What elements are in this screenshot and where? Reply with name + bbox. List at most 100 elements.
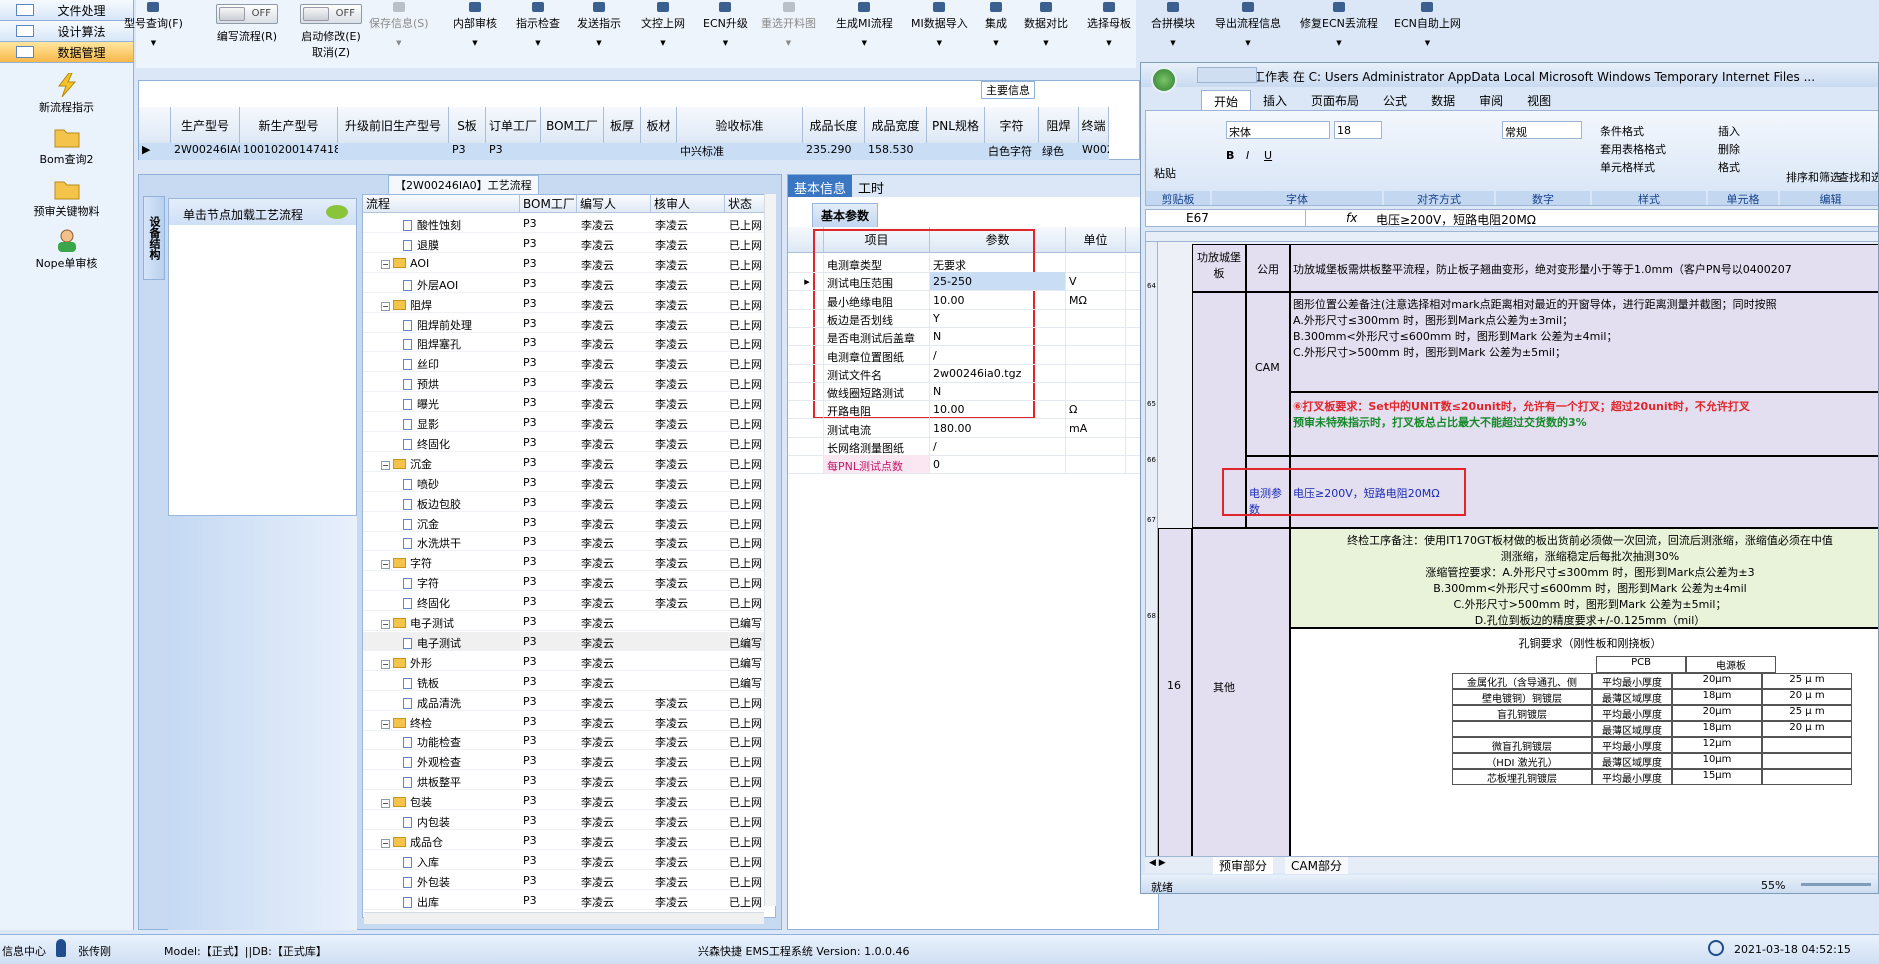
tree-node[interactable]: 曝光 — [403, 396, 439, 412]
expand-icon[interactable]: − — [381, 301, 390, 311]
toolbar-button-11[interactable]: 数据对比 ▼ — [1024, 0, 1068, 47]
row-selector[interactable] — [788, 327, 824, 346]
params-row[interactable]: 做线圈短路测试NY — [788, 382, 1160, 402]
tree-node[interactable]: 显影 — [403, 416, 439, 432]
tree-row[interactable]: 字符 P3 李凌云 李凌云 已上网 — [363, 572, 765, 592]
row-selector[interactable] — [788, 400, 824, 419]
tree-row[interactable]: − 沉金 P3 李凌云 李凌云 已上网 — [363, 453, 765, 472]
nav-tab-design[interactable]: 设计算法 — [0, 21, 133, 42]
main-grid-cell[interactable]: 中兴标准 — [677, 143, 803, 160]
toolbar-button-13[interactable]: 合拼模块 ▼ — [1151, 0, 1195, 47]
delete-button[interactable]: 删除 — [1718, 141, 1740, 157]
office-logo-icon[interactable] — [1151, 67, 1177, 93]
tree-node[interactable]: − AOI — [381, 257, 429, 270]
toolbar-button-16[interactable]: ECN自助上网 ▼ — [1394, 0, 1461, 47]
ribbon-tab[interactable]: 开始 — [1201, 90, 1252, 110]
sheet-nav-icon[interactable]: ◀ ▶ — [1149, 858, 1166, 868]
main-grid-cell[interactable]: 158.530 — [865, 143, 927, 160]
main-grid-cell[interactable] — [641, 143, 677, 160]
tree-node[interactable]: − 外形 — [381, 655, 432, 671]
font-size-select[interactable]: 18 — [1334, 121, 1382, 139]
params-row[interactable]: 测试电流180.00mAY — [788, 418, 1160, 438]
tree-node[interactable]: 预烘 — [403, 376, 439, 392]
ribbon-tab[interactable]: 数据 — [1419, 90, 1467, 110]
main-grid-cell[interactable] — [338, 143, 449, 160]
cell-e64[interactable]: 功放城堡板需烘板整平流程，防止板子翘曲变形，绝对变形量小于等于1.0mm（客户P… — [1290, 244, 1878, 292]
cell-b-other[interactable]: 其他 — [1192, 528, 1290, 856]
tree-node[interactable]: 丝印 — [403, 356, 439, 372]
tree-node[interactable]: 酸性蚀刻 — [403, 217, 461, 233]
toolbar-button-9[interactable]: MI数据导入 ▼ — [911, 0, 968, 47]
tree-row[interactable]: 沉金 P3 李凌云 李凌云 已上网 — [363, 513, 765, 532]
main-grid-cell[interactable]: 白色字符 — [985, 143, 1039, 160]
function-icon[interactable]: fx — [1346, 210, 1357, 225]
tree-row[interactable]: 阻焊前处理 P3 李凌云 李凌云 已上网 — [363, 314, 765, 333]
main-grid-cell[interactable]: 2W00246IA0 — [171, 143, 240, 160]
conditional-format-button[interactable]: 条件格式 — [1600, 123, 1644, 139]
tree-node[interactable]: 水洗烘干 — [403, 535, 461, 551]
toggle-sub-label[interactable]: 取消(Z) — [300, 44, 362, 60]
tree-row[interactable]: 预烘 P3 李凌云 李凌云 已上网 — [363, 373, 765, 393]
toolbar-button-10[interactable]: 集成 ▼ — [985, 0, 1007, 47]
italic-button[interactable]: I — [1246, 149, 1249, 162]
expand-icon[interactable]: − — [381, 799, 390, 809]
row-selector[interactable] — [788, 290, 824, 309]
tree-row[interactable]: 烘板整平 P3 李凌云 李凌云 已上网 — [363, 771, 765, 791]
params-row[interactable]: 板边是否划线YY — [788, 308, 1160, 328]
tree-node[interactable]: 外观检查 — [403, 754, 461, 770]
tree-node[interactable]: − 电子测试 — [381, 615, 454, 631]
param-value[interactable]: Y — [930, 308, 1066, 327]
tree-node[interactable]: − 成品仓 — [381, 834, 443, 850]
params-row[interactable]: 电测章类型无要求Y — [788, 254, 1160, 273]
params-row[interactable]: 测试文件名2w00246ia0.tgzY — [788, 363, 1160, 383]
tree-node[interactable]: − 包装 — [381, 794, 432, 810]
param-value[interactable]: 10.00 — [930, 400, 1066, 419]
cell-a-num[interactable]: 16 — [1158, 528, 1192, 856]
tree-row[interactable]: 阻焊塞孔 P3 李凌云 李凌云 已上网 — [363, 333, 765, 353]
cell-e66[interactable]: ⑥打叉板要求：Set中的UNIT数≤20unit时，允许有一个打叉；超过20un… — [1290, 392, 1878, 456]
main-grid-cell[interactable] — [927, 143, 985, 160]
tree-row[interactable]: 功能检查 P3 李凌云 李凌云 已上网 — [363, 731, 765, 751]
expand-icon[interactable]: − — [381, 719, 390, 729]
tree-node[interactable]: 外包装 — [403, 874, 450, 890]
toolbar-button-5[interactable]: 文控上网 ▼ — [641, 0, 685, 47]
row-selector[interactable] — [788, 254, 824, 272]
row-selector[interactable] — [788, 382, 824, 401]
params-row[interactable]: ▸测试电压范围25-250VY — [788, 272, 1160, 292]
sort-filter-button[interactable]: 排序和筛选 — [1786, 169, 1841, 185]
tree-node[interactable]: 沉金 — [403, 516, 439, 532]
zoom-slider[interactable] — [1801, 883, 1871, 886]
tree-node[interactable]: 字符 — [403, 575, 439, 591]
row-selector[interactable] — [788, 437, 824, 455]
ribbon-tab[interactable]: 插入 — [1251, 90, 1299, 110]
row-selector[interactable] — [788, 455, 824, 474]
tree-row[interactable]: 板边包胶 P3 李凌云 李凌云 已上网 — [363, 493, 765, 512]
process-tree-scrollbar[interactable] — [764, 194, 776, 906]
tree-node[interactable]: − 阻焊 — [381, 297, 432, 313]
tree-row[interactable]: 丝印 P3 李凌云 李凌云 已上网 — [363, 353, 765, 373]
tree-row[interactable]: − 成品仓 P3 李凌云 李凌云 已上网 — [363, 831, 765, 850]
nav-item-key-material[interactable]: 预审关键物料 — [0, 177, 133, 219]
tab-basic-info[interactable]: 基本信息 — [788, 175, 853, 197]
formula-input[interactable]: 电压≥200V，短路电阻20MΩ — [1376, 210, 1536, 228]
cell-e65[interactable]: 图形位置公差备注(注意选择相对mark点距离相对最近的开窗导体，进行距离测量并截… — [1290, 292, 1878, 392]
sheet-tab-cam[interactable]: CAM部分 — [1285, 857, 1348, 874]
toolbar-button-14[interactable]: 导出流程信息 ▼ — [1215, 0, 1281, 47]
underline-button[interactable]: U — [1264, 149, 1272, 162]
tree-node[interactable]: − 沉金 — [381, 456, 432, 472]
tab-basic-params[interactable]: 基本参数 — [812, 203, 879, 228]
expand-icon[interactable]: − — [381, 659, 390, 669]
params-row[interactable]: 最小绝缘电阻10.00MΩY — [788, 290, 1160, 310]
tree-row[interactable]: − 终检 P3 李凌云 李凌云 已上网 — [363, 712, 765, 731]
tree-row[interactable]: 外层AOI P3 李凌云 李凌云 已上网 — [363, 274, 765, 293]
tree-node[interactable]: 功能检查 — [403, 734, 461, 750]
toolbar-button-12[interactable]: 选择母板 ▼ — [1087, 0, 1131, 47]
toolbar-button-4[interactable]: 发送指示 ▼ — [577, 0, 621, 47]
tree-node[interactable]: 电子测试 — [403, 635, 461, 651]
tree-node[interactable]: 出库 — [403, 894, 439, 910]
toolbar-button-7[interactable]: 重选开料图 ▼ — [761, 0, 816, 47]
ribbon-tab[interactable]: 公式 — [1371, 90, 1419, 110]
number-format-select[interactable]: 常规 — [1502, 121, 1582, 139]
param-value[interactable]: N — [930, 382, 1066, 401]
paste-button[interactable]: 粘贴 — [1154, 165, 1176, 181]
